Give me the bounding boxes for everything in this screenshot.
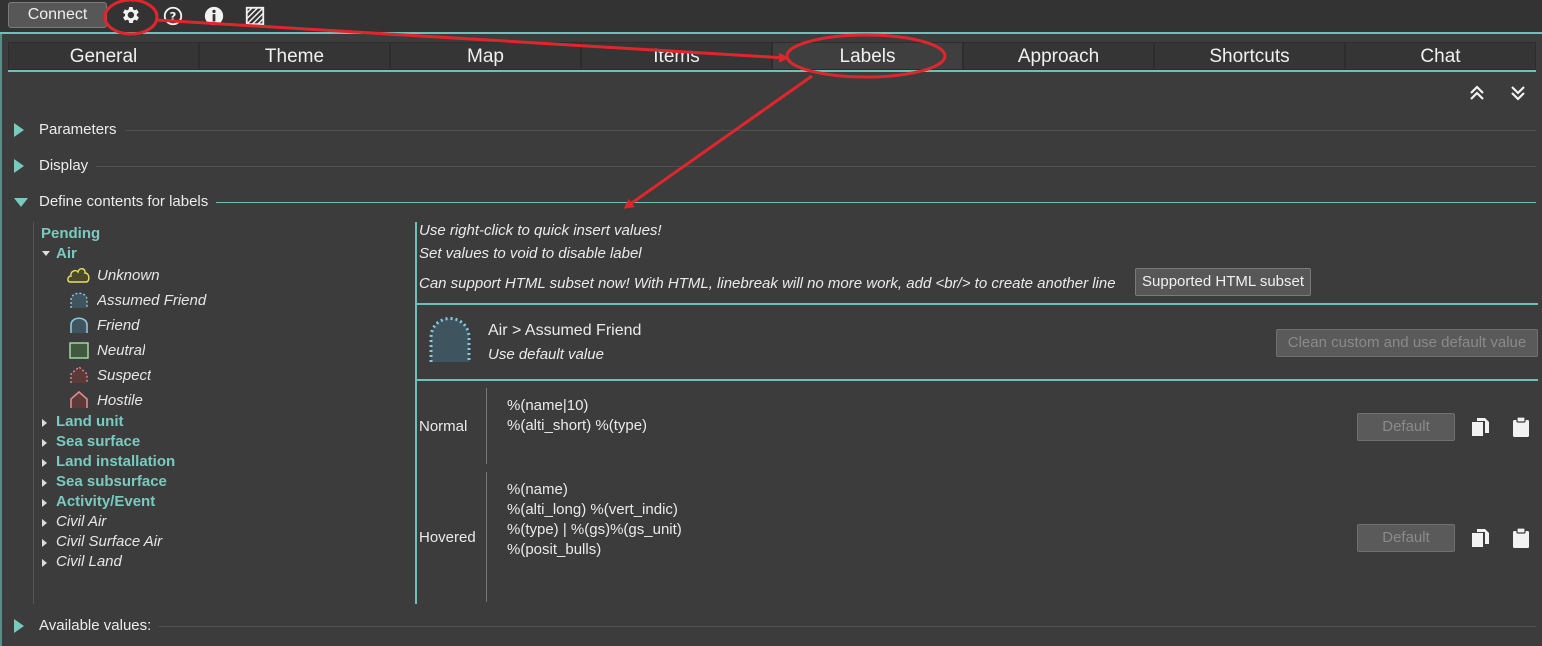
tree-item-pending[interactable]: Pending (41, 225, 100, 242)
tab-map[interactable]: Map (390, 42, 581, 70)
normal-template-field[interactable]: %(name|10) %(alti_short) %(type) (507, 396, 647, 436)
section-label: Define contents for labels (39, 193, 217, 210)
collapsed-caret-icon[interactable] (42, 499, 47, 507)
collapse-arrow-icon (14, 198, 28, 207)
left-accent-border (0, 34, 2, 646)
normal-row-label: Normal (419, 418, 468, 435)
collapsed-caret-icon[interactable] (42, 519, 47, 527)
section-label: Parameters (39, 121, 125, 138)
expanded-caret-icon[interactable] (42, 251, 50, 256)
tree-leaf-label: Hostile (97, 392, 143, 409)
panel-divider (417, 379, 1538, 381)
settings-gear-icon[interactable] (119, 4, 141, 26)
tab-shortcuts[interactable]: Shortcuts (1154, 42, 1345, 70)
tree-item-land-unit[interactable]: Land unit (56, 413, 124, 430)
collapsed-caret-icon[interactable] (42, 479, 47, 487)
tree-item-civil-surface-air[interactable]: Civil Surface Air (56, 533, 162, 550)
collapse-all-icon[interactable] (1509, 84, 1527, 102)
hint-right-click: Use right-click to quick insert values! (419, 222, 662, 239)
expand-arrow-icon (14, 619, 24, 633)
supported-html-subset-button[interactable]: Supported HTML subset (1135, 268, 1312, 296)
unknown-air-symbol-icon (67, 268, 90, 283)
tab-theme[interactable]: Theme (199, 42, 390, 70)
panel-divider (417, 303, 1538, 305)
settings-tab-bar: General Theme Map Items Labels Approach … (8, 42, 1536, 70)
hovered-default-button[interactable]: Default (1357, 524, 1455, 552)
tree-leaf-hostile[interactable]: Hostile (67, 390, 297, 412)
symbol-tree: Pending Air Unknown Assumed Friend Frien… (33, 222, 394, 604)
tree-leaf-label: Unknown (97, 267, 160, 284)
tree-item-activity-event[interactable]: Activity/Event (56, 493, 155, 510)
section-divider (39, 130, 1536, 131)
collapsed-caret-icon[interactable] (42, 459, 47, 467)
tab-items[interactable]: Items (581, 42, 772, 70)
assumed-friend-symbol-icon (429, 317, 471, 362)
collapsed-caret-icon[interactable] (42, 439, 47, 447)
section-parameters[interactable]: Parameters (14, 119, 1536, 141)
default-value-note: Use default value (488, 346, 604, 363)
neutral-air-symbol-icon (69, 342, 89, 359)
tree-item-civil-land[interactable]: Civil Land (56, 553, 122, 570)
tree-leaf-label: Neutral (97, 342, 146, 359)
tab-underline (8, 70, 1536, 72)
tree-item-civil-air[interactable]: Civil Air (56, 513, 106, 530)
copy-icon[interactable] (1469, 416, 1491, 438)
tree-item-air[interactable]: Air (56, 245, 77, 262)
tree-leaf-label: Friend (97, 317, 140, 334)
hint-html-support: Can support HTML subset now! With HTML, … (419, 275, 1116, 292)
tree-leaf-unknown[interactable]: Unknown (67, 265, 297, 287)
section-divider (39, 166, 1536, 167)
tree-item-land-installation[interactable]: Land installation (56, 453, 175, 470)
assumed-friend-air-symbol-icon (70, 292, 88, 308)
tree-leaf-neutral[interactable]: Neutral (67, 340, 297, 362)
annotation-arrow-to-panel (623, 74, 813, 209)
hovered-row-label: Hovered (419, 529, 476, 546)
expand-all-icon[interactable] (1468, 84, 1486, 102)
tree-leaf-assumed-friend[interactable]: Assumed Friend (67, 290, 235, 312)
section-label: Available values: (39, 617, 160, 634)
tab-approach[interactable]: Approach (963, 42, 1154, 70)
tree-item-sea-subsurface[interactable]: Sea subsurface (56, 473, 167, 490)
svg-text:?: ? (170, 10, 177, 24)
section-display[interactable]: Display (14, 155, 1536, 177)
expand-arrow-icon (14, 123, 24, 137)
tree-leaf-friend[interactable]: Friend (67, 315, 297, 337)
section-available-values[interactable]: Available values: (14, 615, 1536, 637)
tree-leaf-label: Suspect (97, 367, 152, 384)
help-icon[interactable]: ? (162, 5, 184, 27)
expand-arrow-icon (14, 159, 24, 173)
collapsed-caret-icon[interactable] (42, 539, 47, 547)
paste-clipboard-icon[interactable] (1510, 416, 1532, 438)
connect-button[interactable]: Connect (8, 2, 107, 28)
paste-clipboard-icon[interactable] (1510, 527, 1532, 549)
tab-labels[interactable]: Labels (772, 42, 963, 70)
top-toolbar: Connect ? (0, 0, 1542, 34)
normal-default-button[interactable]: Default (1357, 413, 1455, 441)
section-label: Display (39, 157, 97, 174)
tab-chat[interactable]: Chat (1345, 42, 1536, 70)
tree-item-sea-surface[interactable]: Sea surface (56, 433, 140, 450)
info-icon[interactable] (203, 5, 225, 27)
suspect-air-symbol-icon (70, 366, 88, 383)
tree-leaf-label: Assumed Friend (97, 292, 207, 309)
section-divider (39, 626, 1536, 627)
row-separator (486, 388, 487, 464)
tree-leaf-suspect[interactable]: Suspect (67, 365, 297, 387)
hint-void-disable: Set values to void to disable label (419, 245, 642, 262)
collapsed-caret-icon[interactable] (42, 419, 47, 427)
hovered-template-field[interactable]: %(name) %(alti_long) %(vert_indic) %(typ… (507, 480, 682, 560)
section-divider (39, 202, 1536, 203)
hatch-pattern-icon[interactable] (244, 5, 266, 27)
section-define-contents[interactable]: Define contents for labels (14, 191, 1536, 213)
tab-general[interactable]: General (8, 42, 199, 70)
copy-icon[interactable] (1469, 527, 1491, 549)
row-separator (486, 472, 487, 602)
friend-air-symbol-icon (70, 317, 88, 333)
label-editor-panel: Use right-click to quick insert values! … (415, 222, 1538, 604)
selected-item-path: Air > Assumed Friend (488, 322, 642, 339)
clean-custom-button[interactable]: Clean custom and use default value (1276, 329, 1538, 357)
collapsed-caret-icon[interactable] (42, 559, 47, 567)
hostile-air-symbol-icon (70, 390, 88, 408)
